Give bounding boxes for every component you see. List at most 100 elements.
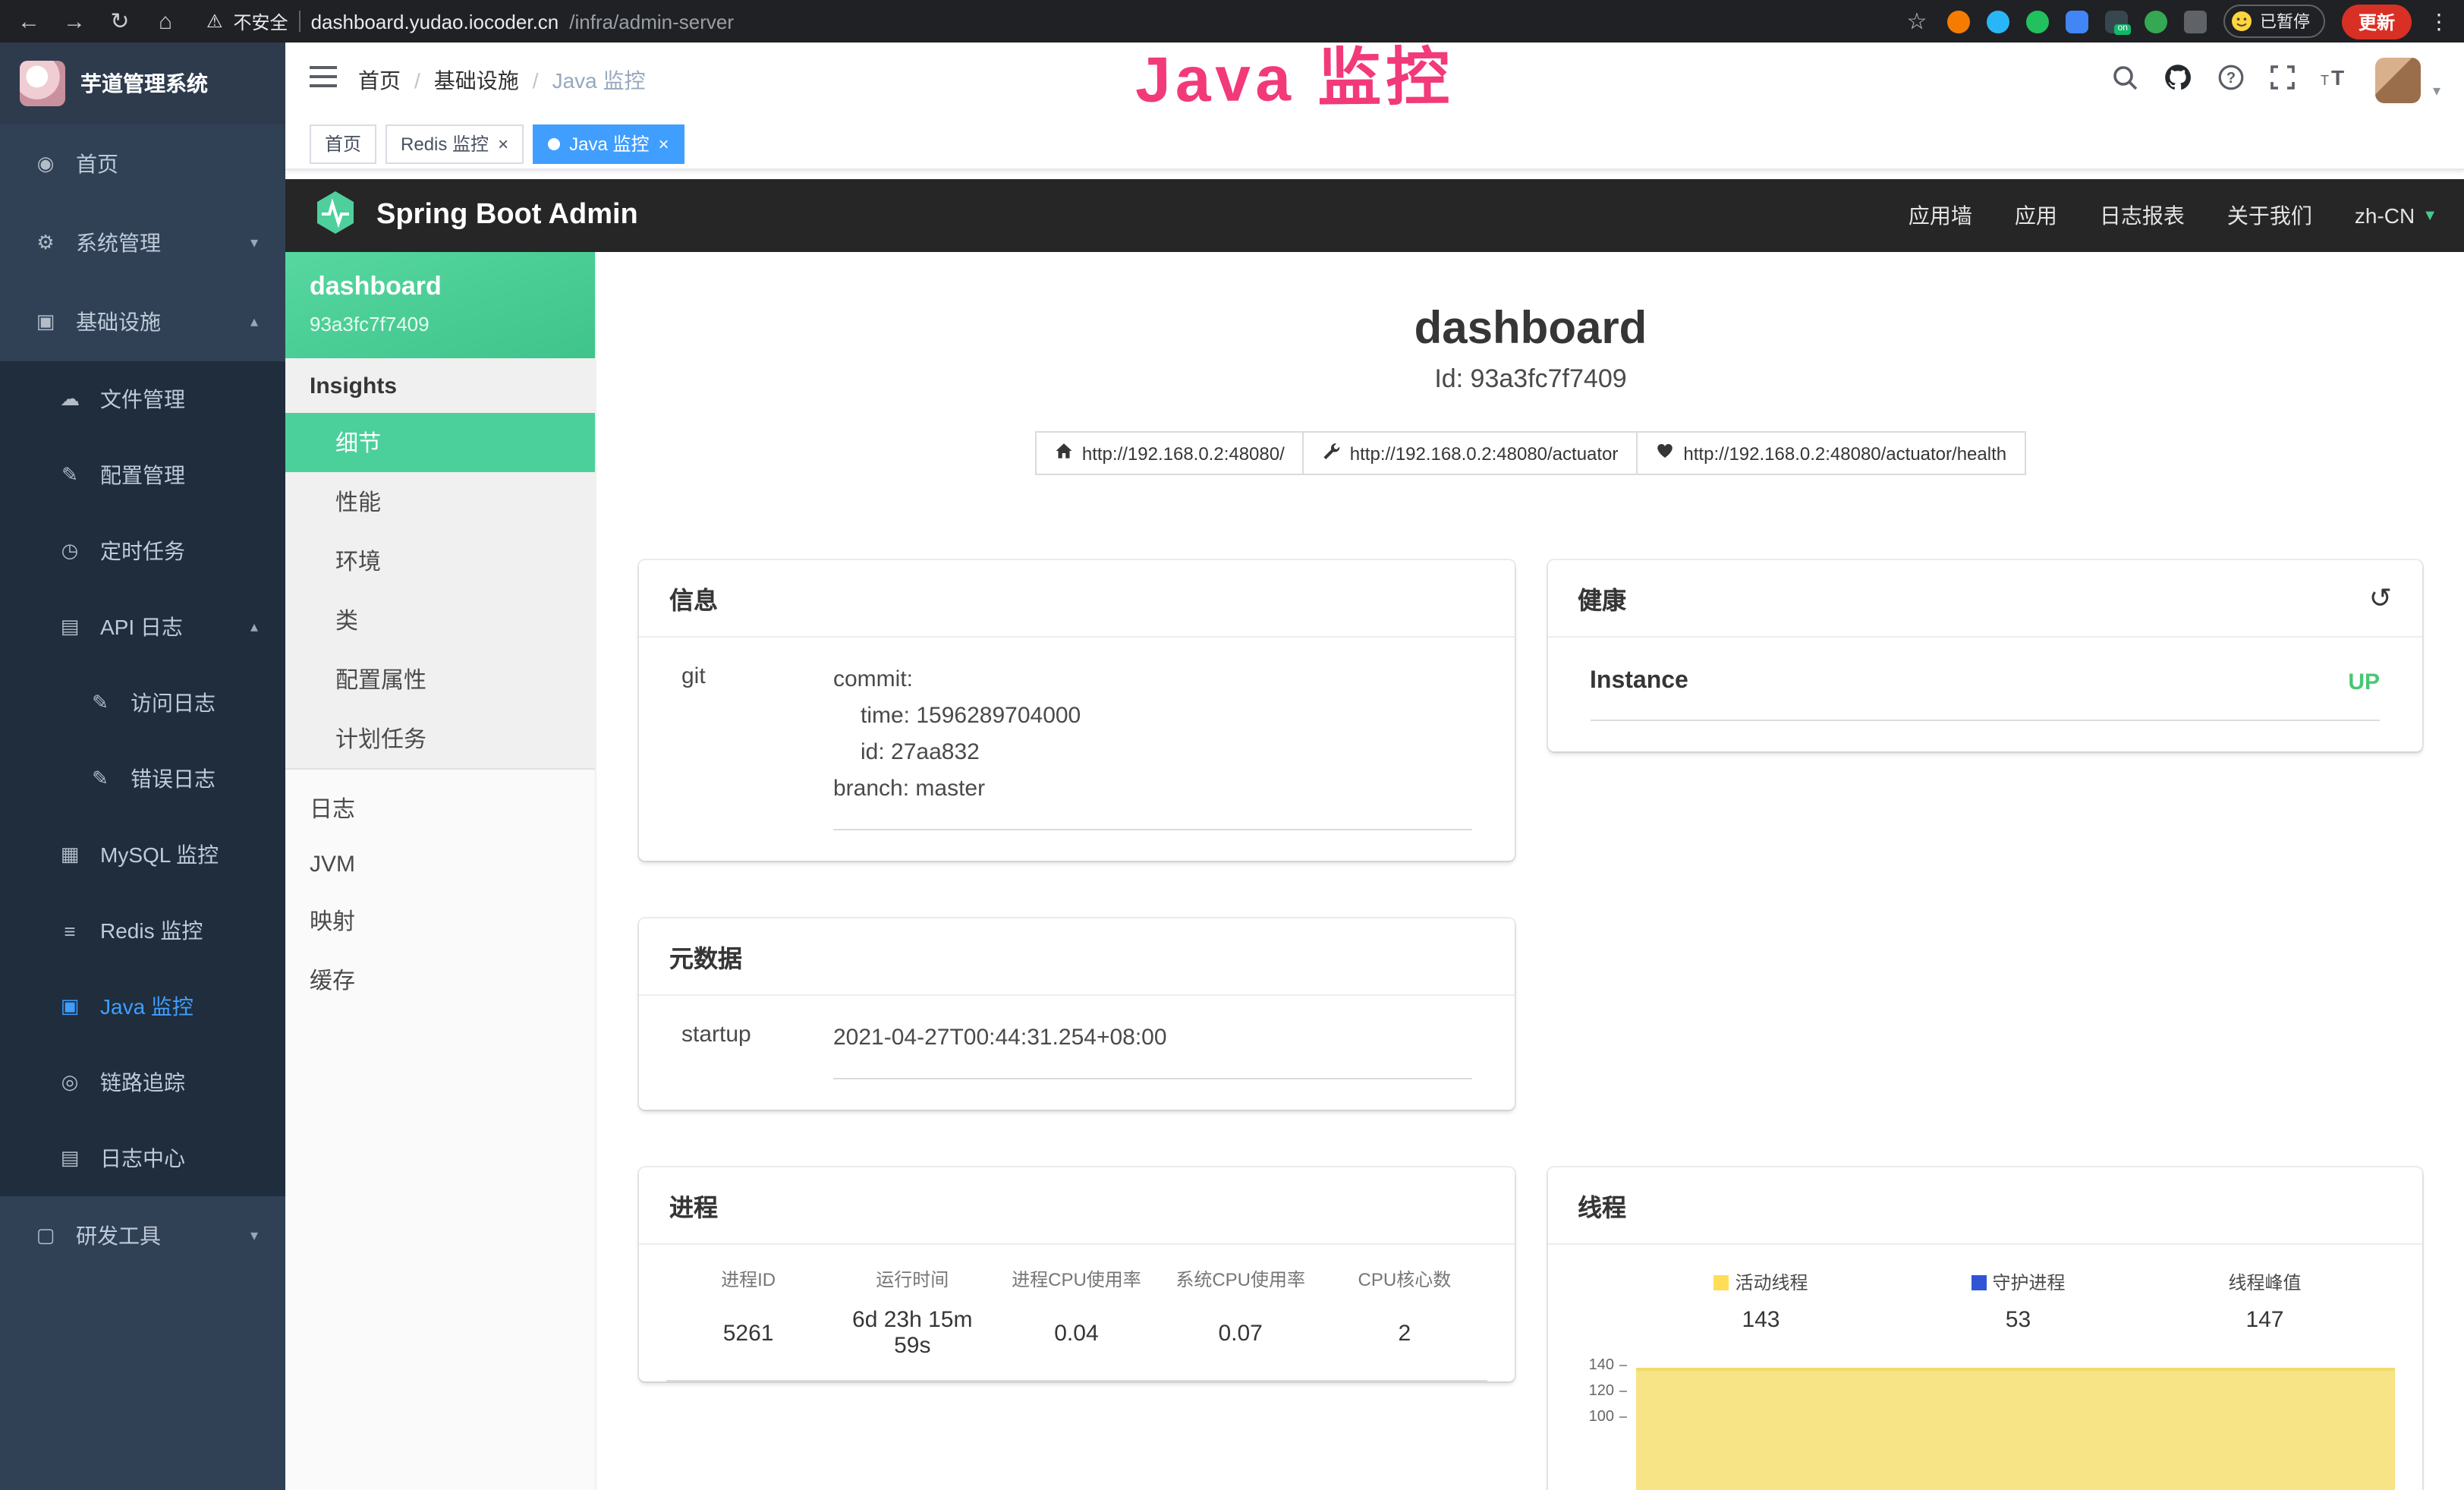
eye-icon: ◎ [58, 1070, 82, 1095]
locale-label: zh-CN [2355, 203, 2415, 228]
screen: ← → ↻ ⌂ ⚠ 不安全 dashboard.yudao.iocoder.cn… [0, 0, 2464, 1490]
hamburger-icon[interactable] [310, 65, 337, 96]
update-button[interactable]: 更新 [2342, 4, 2412, 39]
info-line: branch: master [833, 771, 1471, 808]
tab-home[interactable]: 首页 [310, 124, 376, 163]
sidebar-item-label: 日志中心 [100, 1143, 185, 1173]
extension-icon-3[interactable] [2026, 10, 2049, 33]
url-host: dashboard.yudao.iocoder.cn [311, 10, 559, 33]
endpoint-health-button[interactable]: http://192.168.0.2:48080/actuator/health [1638, 431, 2026, 475]
github-icon[interactable] [2163, 61, 2193, 99]
sidebar-logo[interactable]: 芋道管理系统 [0, 43, 285, 124]
sba-sidebar-item-classes[interactable]: 类 [285, 591, 595, 650]
history-icon[interactable]: ↺ [2369, 582, 2392, 614]
sba-sidebar-item-performance[interactable]: 性能 [285, 472, 595, 531]
chart-area-fill [1635, 1368, 2395, 1490]
extension-icon-5[interactable]: on [2105, 10, 2128, 33]
process-column-header: 运行时间 [830, 1260, 994, 1301]
sidebar-item-config-manage[interactable]: ✎ 配置管理 [0, 437, 285, 513]
sba-sidebar-item-config-props[interactable]: 配置属性 [285, 650, 595, 709]
sidebar-item-redis-monitor[interactable]: ≡ Redis 监控 [0, 893, 285, 969]
sidebar-item-label: 文件管理 [100, 384, 185, 414]
health-row: Instance UP [1590, 662, 2380, 721]
sba-header: Spring Boot Admin 应用墙 应用 日志报表 关于我们 zh-CN ▼ [285, 179, 2464, 252]
avatar[interactable] [2375, 58, 2421, 103]
reload-icon[interactable]: ↻ [106, 8, 134, 35]
endpoint-home-button[interactable]: http://192.168.0.2:48080/ [1035, 431, 1304, 475]
font-size-icon[interactable]: TT [2321, 65, 2351, 96]
process-table: 进程ID运行时间进程CPU使用率系统CPU使用率CPU核心数52616d 23h… [666, 1260, 1487, 1381]
breadcrumb-separator: / [533, 68, 539, 93]
locale-select[interactable]: zh-CN ▼ [2355, 203, 2437, 228]
sba-sidebar-item-logs[interactable]: 日志 [285, 779, 595, 838]
sidebar-item-system[interactable]: ⚙ 系统管理 ▾ [0, 203, 285, 282]
tab-java-monitor[interactable]: Java 监控 × [533, 124, 684, 163]
sidebar-item-java-monitor[interactable]: ▣ Java 监控 [0, 969, 285, 1044]
process-column-header: CPU核心数 [1323, 1260, 1487, 1301]
sidebar-item-api-log[interactable]: ▤ API 日志 ▴ [0, 589, 285, 665]
timer-icon: ◷ [58, 539, 82, 563]
breadcrumb-separator: / [414, 68, 420, 93]
extension-icon-1[interactable] [1947, 10, 1970, 33]
bookmark-star-icon[interactable]: ☆ [1903, 8, 1931, 35]
sidebar-item-infrastructure[interactable]: ▣ 基础设施 ▴ [0, 282, 285, 361]
sidebar-item-trace[interactable]: ◎ 链路追踪 [0, 1044, 285, 1120]
metadata-value: 2021-04-27T00:44:31.254+08:00 [833, 1020, 1471, 1079]
health-card: 健康 ↺ Instance UP [1547, 560, 2422, 751]
instance-id: 93a3fc7f7409 [310, 313, 571, 335]
sidebar-item-mysql-monitor[interactable]: ▦ MySQL 监控 [0, 817, 285, 893]
breadcrumb-item-infrastructure[interactable]: 基础设施 [434, 65, 519, 96]
sba-sidebar-item-environment[interactable]: 环境 [285, 531, 595, 591]
heartbeat-icon [1656, 442, 1674, 465]
sidebar-item-scheduled-job[interactable]: ◷ 定时任务 [0, 513, 285, 589]
tab-label: Java 监控 [569, 131, 649, 156]
close-icon[interactable]: × [498, 134, 508, 153]
sidebar-item-label: 基础设施 [76, 307, 161, 337]
smiley-icon [2231, 11, 2252, 32]
sidebar-item-error-log[interactable]: ✎ 错误日志 [0, 741, 285, 817]
address-bar[interactable]: ⚠ 不安全 dashboard.yudao.iocoder.cn /infra/… [206, 8, 1885, 34]
metadata-row: startup 2021-04-27T00:44:31.254+08:00 [681, 1020, 1471, 1079]
security-warning-icon: ⚠ [206, 11, 223, 32]
sba-sidebar-item-caches[interactable]: 缓存 [285, 950, 595, 1010]
forward-icon[interactable]: → [61, 8, 88, 34]
breadcrumb-item-home[interactable]: 首页 [358, 65, 401, 96]
sba-nav: 应用墙 应用 日志报表 关于我们 zh-CN ▼ [1909, 200, 2437, 231]
sba-nav-journal[interactable]: 日志报表 [2100, 200, 2185, 231]
sba-sidebar-item-jvm[interactable]: JVM [285, 838, 595, 891]
close-icon[interactable]: × [658, 134, 669, 153]
sidebar-item-home[interactable]: ◉ 首页 [0, 124, 285, 203]
sba-sidebar-item-details[interactable]: 细节 [285, 413, 595, 472]
sidebar-item-log-center[interactable]: ▤ 日志中心 [0, 1120, 285, 1196]
sidebar-item-file-manage[interactable]: ☁ 文件管理 [0, 361, 285, 437]
extension-icon-4[interactable] [2066, 10, 2088, 33]
chevron-down-icon: ▾ [250, 235, 258, 251]
endpoint-actuator-button[interactable]: http://192.168.0.2:48080/actuator [1304, 431, 1638, 475]
fullscreen-icon[interactable] [2269, 63, 2296, 98]
paused-badge[interactable]: 已暂停 [2223, 5, 2325, 38]
health-status-badge: UP [2348, 669, 2380, 695]
dashboard-icon: ◉ [33, 152, 58, 176]
sba-nav-applications[interactable]: 应用 [2015, 200, 2057, 231]
legend-value: 147 [2228, 1307, 2301, 1333]
sba-sidebar-item-scheduled-tasks[interactable]: 计划任务 [285, 709, 595, 768]
sidebar-item-access-log[interactable]: ✎ 访问日志 [0, 665, 285, 741]
help-icon[interactable]: ? [2217, 63, 2245, 98]
extension-icon-6[interactable] [2145, 10, 2167, 33]
sba-sidebar-item-mappings[interactable]: 映射 [285, 891, 595, 950]
browser-menu-icon[interactable]: ⋮ [2428, 8, 2450, 34]
sidebar-item-dev-tools[interactable]: ▢ 研发工具 ▾ [0, 1196, 285, 1275]
sba-nav-wall[interactable]: 应用墙 [1909, 200, 1972, 231]
sidebar-item-label: Redis 监控 [100, 915, 203, 946]
sba-nav-about[interactable]: 关于我们 [2227, 200, 2312, 231]
browser-home-icon[interactable]: ⌂ [152, 8, 179, 34]
sidebar-item-label: MySQL 监控 [100, 840, 219, 870]
extension-icon-2[interactable] [1987, 10, 2009, 33]
extension-on-badge: on [2115, 24, 2131, 34]
sba-brand-title: Spring Boot Admin [376, 199, 638, 232]
search-icon[interactable] [2111, 63, 2138, 98]
back-icon[interactable]: ← [15, 8, 42, 34]
legend-label: 线程峰值 [2228, 1269, 2301, 1295]
tab-redis-monitor[interactable]: Redis 监控 × [385, 124, 524, 163]
extension-icon-7[interactable] [2184, 10, 2207, 33]
